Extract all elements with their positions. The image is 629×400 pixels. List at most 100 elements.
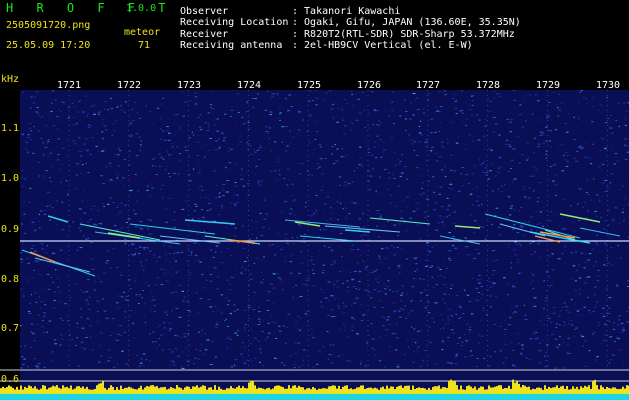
noise-speck	[608, 297, 612, 298]
noise-speck	[162, 97, 164, 99]
noise-speck	[503, 106, 505, 107]
noise-speck	[477, 205, 481, 207]
noise-speck	[166, 280, 169, 282]
noise-speck	[482, 307, 485, 309]
noise-speck	[400, 218, 404, 219]
noise-speck	[21, 261, 23, 263]
noise-speck	[435, 229, 438, 231]
noise-speck	[256, 237, 258, 239]
noise-speck	[295, 284, 297, 286]
noise-speck	[234, 265, 237, 267]
noise-speck	[111, 286, 113, 288]
noise-speck	[394, 164, 398, 166]
noise-speck	[602, 138, 604, 140]
noise-speck	[217, 310, 220, 312]
noise-speck	[470, 350, 472, 352]
noise-speck	[595, 194, 599, 196]
noise-speck	[103, 206, 105, 207]
noise-speck	[184, 337, 187, 339]
noise-speck	[32, 102, 35, 104]
noise-speck	[279, 120, 281, 121]
noise-speck	[154, 257, 156, 259]
noise-speck	[585, 156, 589, 158]
noise-speck	[427, 301, 430, 303]
noise-speck	[484, 148, 486, 150]
noise-speck	[297, 315, 299, 317]
noise-speck	[448, 250, 451, 252]
noise-speck	[169, 365, 172, 367]
noise-speck	[349, 129, 353, 131]
noise-speck	[61, 338, 64, 340]
noise-speck	[525, 120, 527, 122]
noise-speck	[312, 263, 315, 265]
noise-speck	[281, 141, 283, 143]
noise-speck	[504, 334, 506, 335]
noise-speck	[624, 197, 627, 199]
noise-speck	[610, 359, 612, 361]
noise-speck	[156, 260, 158, 262]
noise-speck	[555, 195, 557, 196]
noise-speck	[170, 292, 173, 294]
noise-speck	[486, 165, 488, 167]
noise-speck	[595, 359, 597, 361]
noise-speck	[327, 358, 329, 360]
noise-speck	[443, 284, 446, 286]
noise-speck	[533, 167, 537, 169]
noise-speck	[584, 340, 588, 342]
noise-speck	[612, 322, 615, 324]
noise-speck	[207, 210, 209, 212]
noise-speck	[347, 290, 350, 292]
noise-speck	[583, 307, 586, 309]
noise-speck	[338, 349, 340, 350]
noise-speck	[51, 251, 54, 253]
noise-speck	[268, 244, 271, 246]
noise-speck	[168, 329, 171, 331]
noise-speck	[246, 257, 249, 259]
noise-speck	[271, 92, 273, 94]
noise-speck	[246, 183, 250, 185]
noise-speck	[401, 292, 404, 294]
noise-speck	[136, 354, 138, 356]
noise-speck	[199, 350, 202, 352]
noise-speck	[357, 262, 359, 264]
noise-speck	[75, 188, 77, 190]
noise-speck	[420, 330, 423, 332]
noise-speck	[423, 278, 425, 280]
noise-speck	[201, 189, 204, 191]
noise-speck	[23, 232, 27, 234]
noise-speck	[224, 113, 227, 115]
noise-speck	[235, 121, 237, 123]
noise-speck	[234, 359, 238, 361]
noise-speck	[338, 176, 341, 178]
noise-speck	[351, 330, 354, 332]
noise-speck	[493, 323, 497, 325]
noise-speck	[478, 275, 481, 276]
noise-speck	[131, 244, 134, 246]
noise-speck	[575, 251, 577, 253]
noise-speck	[223, 137, 226, 139]
noise-speck	[457, 343, 459, 344]
noise-speck	[203, 230, 206, 232]
noise-speck	[235, 185, 238, 187]
noise-speck	[147, 228, 150, 230]
noise-speck	[425, 239, 427, 241]
noise-speck	[100, 223, 103, 225]
noise-speck	[532, 288, 535, 290]
noise-speck	[490, 149, 493, 151]
noise-speck	[217, 276, 220, 278]
noise-speck	[575, 289, 577, 291]
noise-speck	[82, 200, 83, 202]
noise-speck	[146, 247, 150, 249]
noise-speck	[246, 142, 248, 143]
noise-speck	[241, 116, 244, 118]
noise-speck	[50, 276, 53, 278]
noise-speck	[400, 300, 402, 302]
noise-speck	[285, 126, 289, 128]
noise-speck	[524, 196, 527, 198]
noise-speck	[496, 93, 499, 95]
noise-speck	[546, 117, 549, 119]
noise-speck	[537, 197, 540, 199]
noise-speck	[416, 351, 419, 353]
noise-speck	[41, 116, 43, 118]
noise-speck	[32, 333, 35, 335]
